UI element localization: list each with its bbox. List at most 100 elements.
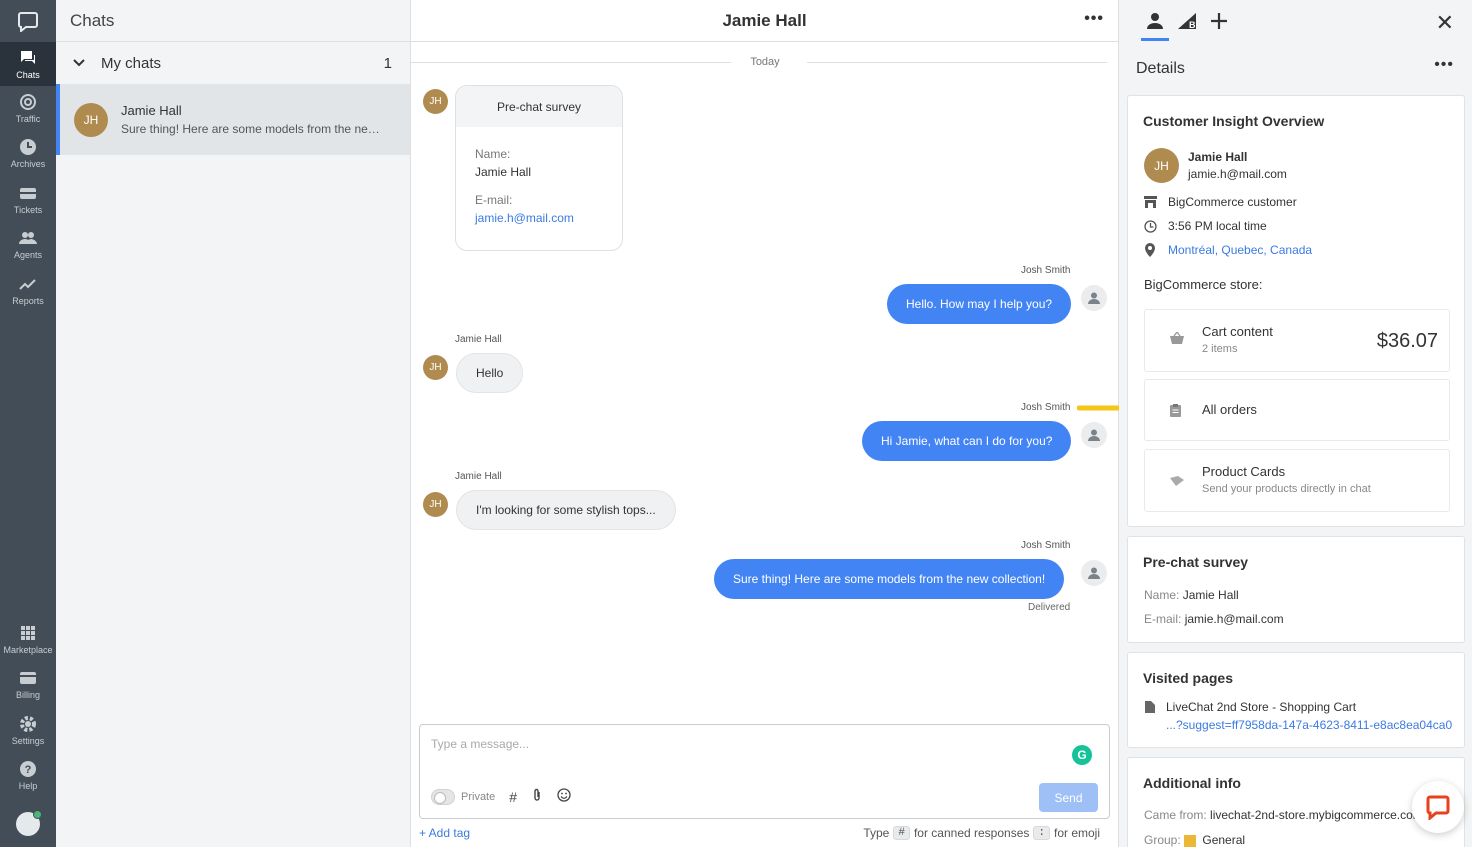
private-toggle[interactable] [431, 788, 455, 805]
nav-item-archives[interactable]: Archives [0, 131, 56, 175]
customer-type: BigCommerce customer [1168, 195, 1297, 209]
survey-details-title: Pre-chat survey [1143, 554, 1249, 570]
additional-info-title: Additional info [1143, 775, 1241, 791]
visited-page-title: LiveChat 2nd Store - Shopping Cart [1166, 700, 1357, 714]
survey-name-row: Name: Jamie Hall [1144, 588, 1239, 602]
chats-icon [21, 50, 35, 64]
nav-label: Settings [11, 735, 45, 746]
location-link[interactable]: Montréal, Quebec, Canada [1168, 243, 1312, 257]
chat-item-preview: Sure thing! Here are some models from th… [121, 122, 381, 136]
hint-hash-key: # [893, 826, 910, 840]
more-options-icon[interactable]: ••• [1084, 10, 1104, 28]
chat-list-panel: Chats My chats 1 JH Jamie Hall Sure thin… [56, 0, 411, 847]
private-label: Private [461, 790, 496, 803]
more-options-icon[interactable]: ••• [1434, 56, 1454, 74]
chat-list-item[interactable]: JH Jamie Hall Sure thing! Here are some … [56, 84, 410, 155]
group-count: 1 [383, 54, 392, 72]
group-badge-icon [1184, 834, 1197, 847]
location-pin-icon [1144, 243, 1158, 257]
agent-avatar-icon [1081, 560, 1107, 586]
online-status-dot [33, 810, 42, 819]
group-label: My chats [101, 54, 162, 72]
nav-label: Archives [10, 158, 46, 169]
customer-avatar: JH [423, 492, 448, 517]
traffic-icon [20, 93, 36, 110]
message-bubble: Sure thing! Here are some models from th… [714, 559, 1065, 599]
nav-item-billing[interactable]: Billing [0, 662, 56, 706]
customer-name: Jamie Hall [1188, 150, 1248, 164]
hash-icon[interactable]: # [509, 789, 517, 805]
nav-item-chats[interactable]: Chats [0, 42, 56, 86]
nav-item-settings[interactable]: Settings [0, 708, 56, 752]
grammarly-icon[interactable]: G [1072, 745, 1092, 765]
add-tag-link[interactable]: + Add tag [419, 826, 470, 840]
nav-label: Marketplace [3, 644, 53, 655]
survey-email-link[interactable]: jamie.h@mail.com [475, 211, 603, 225]
emoji-icon[interactable] [557, 788, 571, 805]
help-icon: ? [20, 760, 36, 777]
tab-customer[interactable] [1139, 0, 1171, 42]
message-composer[interactable]: Type a message... G Private # Send [419, 724, 1110, 819]
nav-item-help[interactable]: ? Help [0, 753, 56, 797]
tickets-icon [20, 187, 36, 199]
product-cards-icon [1170, 474, 1184, 489]
survey-email-value: jamie.h@mail.com [1184, 612, 1284, 626]
send-button[interactable]: Send [1039, 783, 1098, 812]
nav-item-agents[interactable]: Agents [0, 222, 56, 266]
agents-icon [19, 231, 37, 244]
close-icon[interactable]: ✕ [1436, 10, 1454, 36]
nav-label: Tickets [13, 204, 43, 215]
billing-icon [20, 671, 36, 684]
local-time: 3:56 PM local time [1168, 219, 1267, 233]
composer-hint: Type # for canned responses : for emoji [863, 826, 1100, 840]
basket-icon [1170, 330, 1184, 347]
chat-bubble-icon [1426, 795, 1450, 820]
my-chats-group[interactable]: My chats 1 [56, 42, 410, 84]
cart-total: $36.07 [1376, 330, 1438, 352]
nav-item-reports[interactable]: Reports [0, 268, 56, 312]
tab-add[interactable] [1203, 0, 1235, 42]
message-author: Josh Smith [1021, 540, 1071, 551]
message-author: Jamie Hall [455, 471, 502, 482]
local-time-row: 3:56 PM local time [1144, 219, 1267, 233]
pre-chat-survey-details-card: Pre-chat survey Name: Jamie Hall E-mail:… [1127, 536, 1465, 643]
reports-icon [19, 278, 36, 290]
customer-email: jamie.h@mail.com [1188, 167, 1287, 181]
nav-item-marketplace[interactable]: Marketplace [0, 617, 56, 661]
all-orders-card[interactable]: All orders [1144, 379, 1450, 441]
conversation-panel: Jamie Hall ••• Today JH Pre-chat survey … [411, 0, 1119, 847]
visited-page-url[interactable]: ...?suggest=ff7958da-147a-4623-8411-e8ac… [1166, 718, 1452, 732]
store-label: BigCommerce store: [1144, 277, 1263, 292]
plus-icon [1211, 13, 1227, 29]
delivery-status: Delivered [1028, 602, 1071, 613]
chat-item-name: Jamie Hall [121, 103, 182, 118]
survey-card-title: Pre-chat survey [456, 86, 622, 127]
message-input-placeholder[interactable]: Type a message... [431, 737, 529, 751]
clock-icon [1144, 219, 1158, 233]
cart-content-card[interactable]: Cart content 2 items $36.07 [1144, 309, 1450, 372]
nav-label: Traffic [15, 113, 41, 124]
store-icon [1144, 196, 1158, 208]
message-author: Jamie Hall [455, 334, 502, 345]
selected-indicator [56, 84, 60, 155]
tab-bigcommerce[interactable]: B [1171, 0, 1203, 42]
nav-item-traffic[interactable]: Traffic [0, 86, 56, 130]
all-orders-label: All orders [1202, 402, 1257, 417]
agent-avatar-icon [1081, 285, 1107, 311]
survey-name-label: Name: [475, 147, 511, 161]
came-from-value: livechat-2nd-store.mybigcommerce.com [1210, 808, 1423, 822]
user-avatar[interactable] [16, 810, 42, 836]
details-tabs: B ✕ [1119, 0, 1472, 42]
attachment-icon[interactable] [531, 788, 543, 805]
bigcommerce-icon: B [1178, 13, 1196, 30]
nav-item-tickets[interactable]: Tickets [0, 177, 56, 221]
svg-text:B: B [1189, 20, 1196, 30]
chat-widget-button[interactable] [1412, 781, 1464, 833]
day-separator: Today [411, 52, 1119, 72]
product-cards-card[interactable]: Product Cards Send your products directl… [1144, 449, 1450, 512]
day-label: Today [750, 56, 780, 68]
page-icon [1145, 701, 1155, 716]
survey-name-value: Jamie Hall [475, 165, 532, 179]
nav-label: Chats [16, 69, 40, 80]
livechat-logo-icon[interactable] [0, 0, 56, 42]
